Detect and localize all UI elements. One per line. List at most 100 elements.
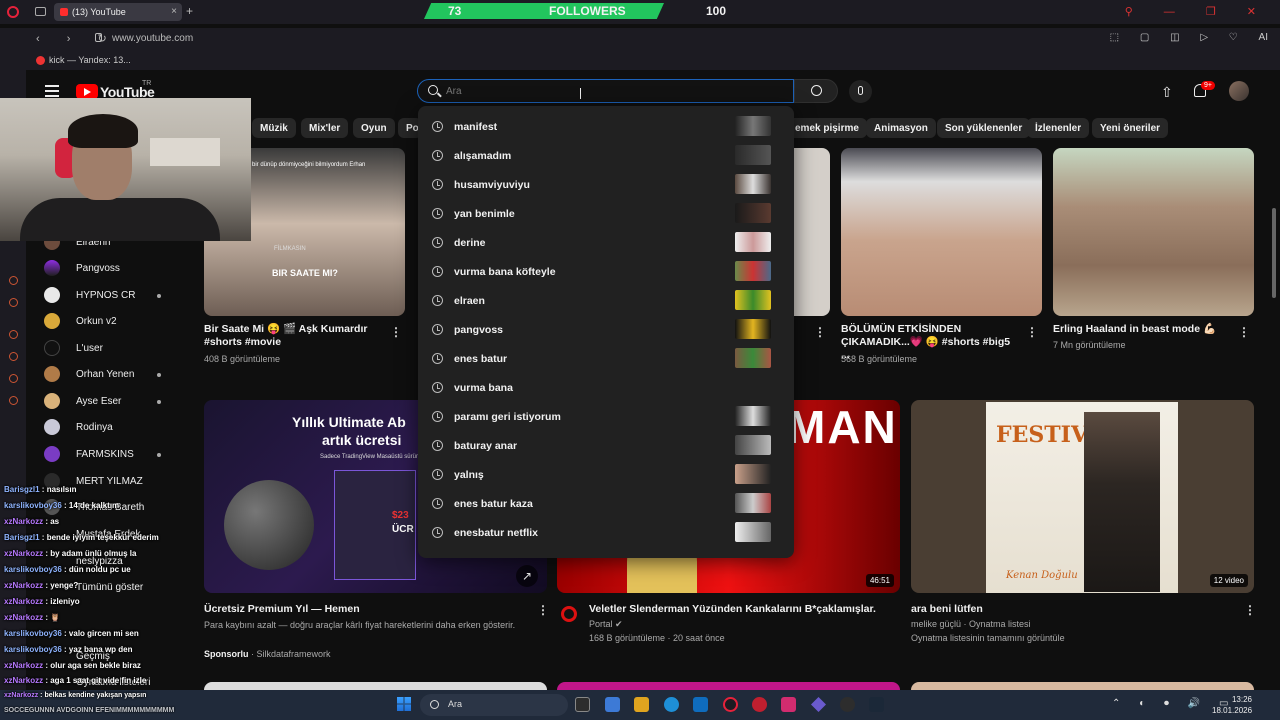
recorder-icon[interactable] xyxy=(752,697,767,712)
channel-name[interactable]: Portal xyxy=(589,619,613,629)
video-thumbnail[interactable] xyxy=(794,148,830,316)
suggestion-item[interactable]: yalnış xyxy=(418,462,794,491)
video-thumbnail[interactable] xyxy=(841,148,1042,316)
sponsor-name[interactable]: Silkdataframework xyxy=(257,649,331,659)
history-icon[interactable] xyxy=(9,352,18,361)
playlist-view-all[interactable]: Oynatma listesinin tamamını görüntüle xyxy=(911,632,1065,645)
ai-button[interactable]: AI xyxy=(1259,32,1268,43)
chip-animasyon[interactable]: Animasyon xyxy=(866,118,936,138)
ad-title[interactable]: Ücretsiz Premium Yıl — Hemen xyxy=(204,603,524,616)
search-input[interactable] xyxy=(446,84,746,98)
search-button[interactable] xyxy=(794,79,838,103)
steam-icon[interactable] xyxy=(869,697,884,712)
chip-son-yuklenenler[interactable]: Son yüklenenler xyxy=(937,118,1031,138)
url-field[interactable]: www.youtube.com xyxy=(112,33,193,44)
suggestion-item[interactable]: yan benimle xyxy=(418,201,794,230)
bag-icon[interactable] xyxy=(9,298,18,307)
upload-icon[interactable]: ⇧ xyxy=(1161,84,1173,101)
youtube-logo-icon[interactable] xyxy=(76,84,98,99)
close-tab-icon[interactable]: × xyxy=(171,6,177,17)
history-icon xyxy=(432,179,443,190)
scrollbar[interactable] xyxy=(1272,208,1276,298)
obs-icon[interactable] xyxy=(840,697,855,712)
video-thumbnail[interactable] xyxy=(1053,148,1254,316)
suggestion-item[interactable]: husamviyuviyu xyxy=(418,172,794,201)
more-options-icon[interactable]: ⋮ xyxy=(1244,603,1256,617)
extensions-row[interactable]: ⬚ ▢ ◫ ▷ ♡ xyxy=(1110,32,1247,43)
suggestion-thumbnail xyxy=(735,493,771,513)
new-tab-button[interactable]: + xyxy=(186,4,193,18)
voice-search-button[interactable] xyxy=(849,80,872,103)
chat-text: 14 de kalktım xyxy=(68,501,120,510)
video-thumbnail[interactable] xyxy=(204,682,547,690)
more-options-icon[interactable]: ⋮ xyxy=(537,603,549,617)
extension-icons[interactable]: ⬚ ▢ ◫ ▷ ♡ AI xyxy=(1110,32,1268,43)
bookmark-item[interactable]: kick — Yandex: 13... xyxy=(36,55,131,66)
edge-icon[interactable] xyxy=(664,697,679,712)
task-view-icon[interactable] xyxy=(575,697,590,712)
suggestion-item[interactable]: manifest xyxy=(418,114,794,143)
suggestion-text: enes batur kaza xyxy=(454,498,533,510)
suggestion-text: husamviyuviyu xyxy=(454,179,530,191)
opera-logo-icon[interactable] xyxy=(7,6,19,18)
suggestion-item[interactable]: baturay anar xyxy=(418,433,794,462)
app-icon-pink[interactable] xyxy=(781,697,796,712)
menu-icon[interactable] xyxy=(45,85,59,97)
chip-mixler[interactable]: Mix'ler xyxy=(301,118,349,138)
suggestion-item[interactable]: alışamadım xyxy=(418,143,794,172)
mic-icon xyxy=(858,86,863,95)
file-explorer-icon[interactable] xyxy=(605,697,620,712)
more-options-icon[interactable]: ⋮ xyxy=(1026,325,1038,339)
chip-izlenenler[interactable]: İzlenenler xyxy=(1027,118,1090,138)
store-icon[interactable] xyxy=(693,697,708,712)
chat-icon[interactable] xyxy=(9,374,18,383)
video-title[interactable]: Bir Saate Mi 😝 🎬 Aşk Kumardır #shorts #m… xyxy=(204,323,384,349)
nav-buttons[interactable]: ‹ › ↻ xyxy=(36,32,119,45)
play-icon[interactable] xyxy=(9,330,18,339)
suggestion-item[interactable]: derine xyxy=(418,230,794,259)
video-title[interactable]: Erling Haaland in beast mode 💪🏻 xyxy=(1053,323,1233,336)
messenger-icon[interactable] xyxy=(9,276,18,285)
suggestion-item[interactable]: vurma bana köfteyle xyxy=(418,259,794,288)
suggestion-item[interactable]: elraen xyxy=(418,288,794,317)
avatar[interactable] xyxy=(1229,81,1249,101)
opera-taskbar-icon[interactable] xyxy=(723,697,738,712)
search-icon xyxy=(430,700,439,709)
more-options-icon[interactable]: ⋮ xyxy=(390,325,402,339)
chip-yemek[interactable]: emek pişirme xyxy=(787,118,867,138)
suggestion-item[interactable]: enes batur xyxy=(418,346,794,375)
more-options-icon[interactable]: ⋮ xyxy=(1238,325,1250,339)
folder-icon[interactable] xyxy=(634,697,649,712)
chip-yeni-oneriler[interactable]: Yeni öneriler xyxy=(1092,118,1169,138)
taskbar-search[interactable]: Ara xyxy=(420,694,568,716)
external-link-icon[interactable]: ↗ xyxy=(516,565,538,587)
video-thumbnail[interactable] xyxy=(557,682,900,690)
suggestion-item[interactable]: enes batur kaza xyxy=(418,491,794,520)
chip-muzik[interactable]: Müzik xyxy=(252,118,296,138)
history-icon xyxy=(432,237,443,248)
lock-icon[interactable] xyxy=(95,33,102,42)
clock[interactable]: 13:26 18.01.2026 xyxy=(1212,694,1252,716)
chat-text: valo gircen mi sen xyxy=(68,629,139,638)
playlist-channel[interactable]: melike güçlü · Oynatma listesi xyxy=(911,618,1031,631)
suggestion-item[interactable]: paramı geri istiyorum xyxy=(418,404,794,433)
channel-avatar[interactable] xyxy=(561,606,577,622)
settings-icon[interactable] xyxy=(9,396,18,405)
suggestion-text: alışamadım xyxy=(454,150,512,162)
suggestion-item[interactable]: pangvoss xyxy=(418,317,794,346)
playlist-title[interactable]: ara beni lütfen xyxy=(911,603,1211,616)
suggestion-item[interactable]: vurma bana xyxy=(418,375,794,404)
history-icon xyxy=(432,469,443,480)
more-options-icon[interactable]: ⋮ xyxy=(814,325,826,339)
window-controls[interactable]: ⚲ — ❐ ✕ xyxy=(1125,5,1270,18)
workspaces-icon[interactable] xyxy=(35,7,46,16)
chip-oyun[interactable]: Oyun xyxy=(353,118,395,138)
ad-description: Para kaybını azalt — doğru araçlar kârlı… xyxy=(204,620,516,630)
video-thumbnail[interactable] xyxy=(911,682,1254,690)
ad-subline: Sadece TradingView Masaüstü sürüm xyxy=(320,454,421,460)
playlist-thumbnail[interactable]: FESTIVAL Kenan Doğulu 12 video xyxy=(911,400,1254,593)
chat-text: bende iyiyim teşekkür ederim xyxy=(46,533,159,542)
video-title[interactable]: Veletler Slenderman Yüzünden Kankalarını… xyxy=(589,603,889,616)
suggestion-item[interactable]: enesbatur netflix xyxy=(418,520,794,549)
browser-tab-youtube[interactable]: (13) YouTube × xyxy=(54,3,182,21)
